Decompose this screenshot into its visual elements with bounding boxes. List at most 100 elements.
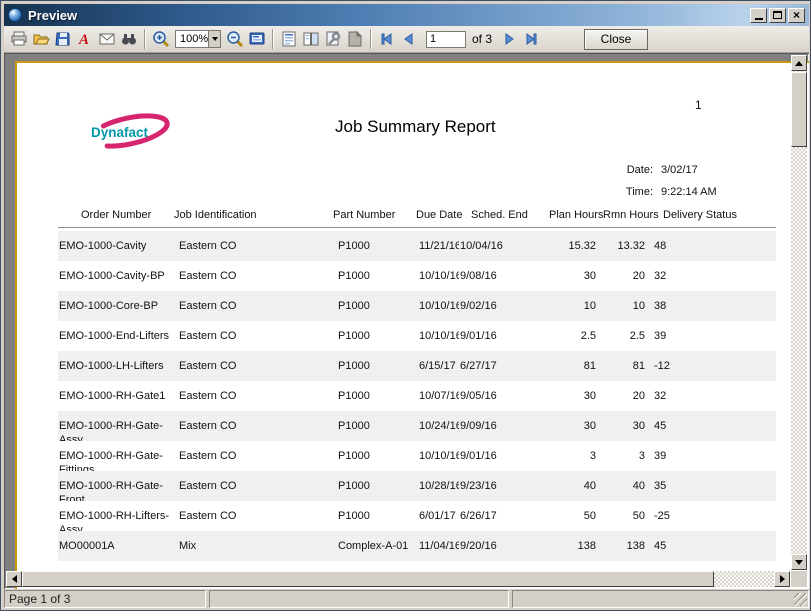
close-window-button[interactable]: × xyxy=(788,8,805,23)
minimize-icon xyxy=(755,18,763,20)
date-label: Date: xyxy=(573,164,653,176)
cell-job-identification: Eastern CO xyxy=(176,291,336,321)
print-button[interactable] xyxy=(8,28,30,50)
find-button[interactable] xyxy=(118,28,140,50)
cell-part-number: P1000 xyxy=(336,471,416,501)
zoom-level-combobox[interactable]: 100% xyxy=(175,30,221,48)
page-setup-icon xyxy=(280,30,298,48)
toolbar: A 100% xyxy=(4,26,809,53)
two-page-view-button[interactable] xyxy=(300,28,322,50)
zoom-out-icon xyxy=(226,30,244,48)
status-page-text: Page 1 of 3 xyxy=(9,592,70,606)
cell-order-number: EMO-1000-RH-Gate-Assy xyxy=(58,411,176,441)
scroll-down-button[interactable] xyxy=(791,554,807,570)
export-pdf-button[interactable]: A xyxy=(74,28,96,50)
zoom-dropdown-button[interactable] xyxy=(208,31,220,47)
column-header-due-date: Due Date xyxy=(416,209,462,221)
cell-rmn-hours: 20 xyxy=(598,261,646,291)
cell-delivery-status: 45 xyxy=(646,411,776,441)
cell-order-number: EMO-1000-Cavity xyxy=(58,231,176,261)
zoom-in-icon xyxy=(152,30,170,48)
print-icon xyxy=(10,30,28,48)
cell-rmn-hours: 2.5 xyxy=(598,321,646,351)
cell-part-number: P1000 xyxy=(336,351,416,381)
cell-due-date: 10/28/16 xyxy=(416,471,459,501)
window-title: Preview xyxy=(28,8,77,23)
cell-due-date: 11/21/16 xyxy=(416,231,459,261)
cell-sched-end: 6/26/17 xyxy=(459,501,519,531)
next-page-icon xyxy=(502,32,516,46)
title-bar[interactable]: Preview × xyxy=(4,4,809,26)
column-header-plan-hours: Plan Hours xyxy=(549,209,603,221)
status-page-panel: Page 1 of 3 xyxy=(4,590,206,608)
cell-order-number: EMO-1000-RH-Gate1 xyxy=(58,381,176,411)
cell-plan-hours: 3 xyxy=(519,441,598,471)
next-page-button[interactable] xyxy=(498,28,520,50)
zoom-out-button[interactable] xyxy=(224,28,246,50)
open-button[interactable] xyxy=(30,28,52,50)
time-value: 9:22:14 AM xyxy=(661,186,717,198)
cell-rmn-hours: 81 xyxy=(598,351,646,381)
header-underline xyxy=(58,227,776,228)
last-page-button[interactable] xyxy=(520,28,542,50)
zoom-in-button[interactable] xyxy=(150,28,172,50)
cell-order-number: EMO-1000-RH-Gate-Front xyxy=(58,471,176,501)
vertical-scroll-thumb[interactable] xyxy=(791,72,807,147)
scroll-left-button[interactable] xyxy=(6,571,22,587)
scroll-up-button[interactable] xyxy=(791,55,807,71)
cell-job-identification: Eastern CO xyxy=(176,231,336,261)
cell-rmn-hours: 138 xyxy=(598,531,646,561)
cell-rmn-hours: 20 xyxy=(598,381,646,411)
cell-order-number: EMO-1000-RH-Gate-Fittings xyxy=(58,441,176,471)
first-page-button[interactable] xyxy=(376,28,398,50)
cell-plan-hours: 30 xyxy=(519,381,598,411)
cell-job-identification: Eastern CO xyxy=(176,441,336,471)
cell-sched-end: 9/05/16 xyxy=(459,381,519,411)
pdf-export-icon: A xyxy=(76,30,94,48)
cell-part-number: P1000 xyxy=(336,441,416,471)
preview-area: Dynafact 1 Job Summary Report Date: 3/02… xyxy=(4,53,809,589)
column-header-part-number: Part Number xyxy=(333,209,395,221)
fit-page-button[interactable] xyxy=(246,28,268,50)
cell-due-date: 11/04/16 xyxy=(416,531,459,561)
svg-text:A: A xyxy=(78,32,89,48)
open-icon xyxy=(32,30,50,48)
print-setup-button[interactable] xyxy=(322,28,344,50)
scroll-right-button[interactable] xyxy=(774,571,790,587)
table-row: EMO-1000-RH-Gate-Front Eastern CO P1000 … xyxy=(58,471,776,501)
cell-due-date: 10/10/16 xyxy=(416,261,459,291)
resize-grip[interactable] xyxy=(794,593,807,606)
table-row: EMO-1000-Core-BP Eastern CO P1000 10/10/… xyxy=(58,291,776,321)
cell-part-number: P1000 xyxy=(336,261,416,291)
cell-sched-end: 9/08/16 xyxy=(459,261,519,291)
close-button[interactable]: Close xyxy=(584,29,648,50)
minimize-button[interactable] xyxy=(750,8,767,23)
maximize-icon xyxy=(773,11,782,19)
zoom-level-value: 100% xyxy=(176,33,208,45)
cell-plan-hours: 138 xyxy=(519,531,598,561)
email-button[interactable] xyxy=(96,28,118,50)
cell-delivery-status: 38 xyxy=(646,291,776,321)
vertical-scrollbar[interactable] xyxy=(791,55,807,570)
cell-rmn-hours: 10 xyxy=(598,291,646,321)
prev-page-button[interactable] xyxy=(398,28,420,50)
cell-rmn-hours: 50 xyxy=(598,501,646,531)
horizontal-scrollbar[interactable] xyxy=(6,571,790,587)
cell-job-identification: Eastern CO xyxy=(176,351,336,381)
toolbar-separator xyxy=(370,29,372,49)
horizontal-scroll-thumb[interactable] xyxy=(22,571,714,587)
cell-delivery-status: 39 xyxy=(646,321,776,351)
cell-sched-end: 9/20/16 xyxy=(459,531,519,561)
table-row: EMO-1000-RH-Gate-Assy Eastern CO P1000 1… xyxy=(58,411,776,441)
page-number-input[interactable] xyxy=(426,31,466,48)
page-setup-button[interactable] xyxy=(278,28,300,50)
column-header-delivery-status: Delivery Status xyxy=(663,209,737,221)
table-row: EMO-1000-End-Lifters Eastern CO P1000 10… xyxy=(58,321,776,351)
save-button[interactable] xyxy=(52,28,74,50)
maximize-button[interactable] xyxy=(769,8,786,23)
chevron-down-icon xyxy=(212,37,218,41)
toolbar-separator xyxy=(144,29,146,49)
watermark-button[interactable] xyxy=(344,28,366,50)
cell-plan-hours: 50 xyxy=(519,501,598,531)
cell-part-number: P1000 xyxy=(336,231,416,261)
